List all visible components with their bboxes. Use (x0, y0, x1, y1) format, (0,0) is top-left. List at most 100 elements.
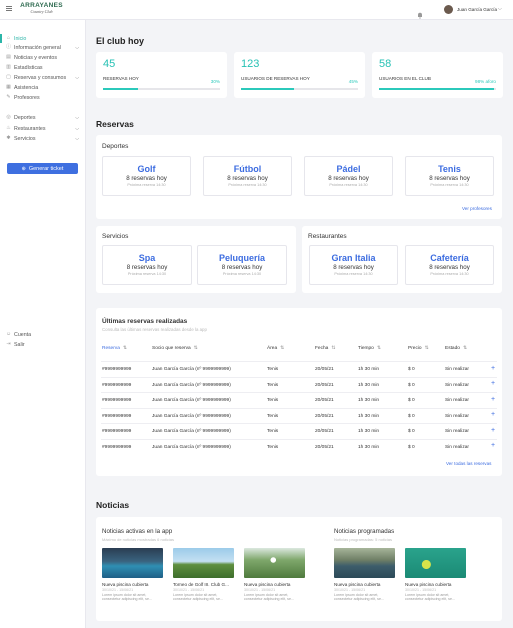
reserva-item-card[interactable]: Gran Italia 8 reservas hoy Próxima reserva… (309, 245, 398, 285)
avatar[interactable] (444, 5, 453, 14)
reserva-item-count: 8 reservas hoy (126, 264, 168, 271)
news-date: 30/10/21 - 15/06/21 (334, 588, 366, 592)
stat-label: USUARIOS DE RESERVAS HOY (241, 76, 310, 81)
stat-percent: 30% (210, 79, 220, 84)
sidebar-item-label: Estadísticas (14, 64, 43, 71)
news-image[interactable] (244, 548, 305, 578)
news-title[interactable]: Nueva piscina cubierta (244, 582, 290, 587)
column-header[interactable]: Fecha ⇅ (315, 346, 335, 351)
chevron-down-icon: ⌵ (75, 114, 79, 121)
ver-todas-reservas-link[interactable]: Ver todas las reservas (446, 461, 491, 466)
sidebar-bottom-item-1[interactable]: ⇥ Salir (0, 340, 86, 349)
column-header-label: Estado (445, 346, 460, 351)
sidebar-item-label: Deportes (14, 114, 36, 121)
reserva-item-next: Próxima reserva 14:30 (222, 272, 262, 276)
user-name[interactable]: Juan García García (457, 7, 497, 12)
table-cell: Sin realizar (445, 413, 469, 419)
column-header[interactable]: Reserva ⇅ (102, 346, 127, 351)
news-date: 30/10/21 - 15/06/21 (405, 588, 437, 592)
add-icon[interactable]: + (491, 427, 495, 434)
sidebar-item-4[interactable]: ▢ Reservas y consumos ⌵ (0, 73, 86, 82)
news-image[interactable] (173, 548, 234, 578)
sort-icon: ⇅ (331, 346, 336, 351)
brand-logo[interactable]: ARRAYANES Country Club (19, 2, 64, 18)
news-title[interactable]: Torneo de Golf III. Club G... (173, 582, 229, 587)
bell-icon[interactable] (417, 6, 423, 19)
table-cell: Tenis (267, 444, 279, 450)
add-icon[interactable]: + (491, 380, 495, 387)
stat-value: 123 (241, 58, 260, 70)
deportes-title: Deportes (102, 143, 129, 150)
user-icon: ☺ (6, 331, 12, 337)
news-excerpt: Lorem ipsum dolor sit amet, consectetur … (334, 593, 384, 602)
table-cell: 1h 30 min (358, 398, 380, 403)
sidebar-item-6[interactable]: ✎ Profesores (0, 93, 86, 102)
sidebar-item-2[interactable]: ▤ Noticias y eventos (0, 53, 86, 62)
sidebar-item-label: Información general (14, 44, 61, 51)
table-cell: Tenis (267, 413, 279, 419)
table-cell: #9999999999 (102, 429, 132, 434)
reserva-item-card[interactable]: Pádel 8 reservas hoy Próxima reserva 14:30 (304, 156, 393, 196)
add-icon[interactable]: + (491, 396, 495, 403)
sidebar-item-8[interactable]: ♨ Restaurantes ⌵ (0, 124, 86, 133)
calendar-icon: ▦ (6, 84, 11, 90)
generate-ticket-button[interactable]: ⊕ Generar ticket (7, 163, 78, 174)
reserva-item-count: 8 reservas hoy (429, 264, 470, 271)
add-icon[interactable]: + (491, 442, 495, 449)
stat-label: USUARIOS EN EL CLUB (379, 76, 431, 81)
news-date: 30/10/21 - 15/06/21 (173, 588, 205, 592)
sidebar-item-3[interactable]: ▥ Estadísticas (0, 63, 86, 72)
table-cell: $ 0 (408, 444, 415, 450)
sidebar-item-label: Asistencia (14, 84, 39, 91)
stat-progress-fill (379, 88, 494, 90)
sidebar-bottom-item-0[interactable]: ☺ Cuenta (0, 330, 86, 339)
table-cell: $ 0 (408, 429, 415, 434)
generate-ticket-label: Generar ticket (28, 165, 64, 172)
info-icon: ⓘ (6, 44, 12, 50)
sidebar-item-0[interactable]: ⌂ Inicio (0, 34, 86, 43)
column-header[interactable]: Estado ⇅ (445, 346, 467, 351)
brand-name: ARRAYANES (20, 2, 63, 9)
reserva-item-count: 8 reservas hoy (221, 264, 263, 271)
column-header[interactable]: Área ⇅ (267, 346, 284, 351)
chevron-down-icon[interactable]: ⌵ (498, 6, 502, 12)
reserva-item-name: Cafetería (430, 253, 469, 263)
ver-profesores-link[interactable]: Ver profesores (462, 206, 492, 211)
sidebar-item-1[interactable]: ⓘ Información general ⌵ (0, 43, 86, 52)
sidebar-item-label: Restaurantes (14, 125, 46, 132)
reserva-item-card[interactable]: Tenis 8 reservas hoy Próxima reserva 14:30 (405, 156, 494, 196)
reserva-item-card[interactable]: Fútbol 8 reservas hoy Próxima reserva 14:3… (203, 156, 292, 196)
sidebar-item-9[interactable]: ✱ Servicios ⌵ (0, 134, 86, 143)
table-cell: #9999999999 (102, 413, 132, 419)
column-header[interactable]: Precio ⇅ (408, 346, 429, 351)
news-image[interactable] (405, 548, 466, 578)
column-header[interactable]: Tiempo ⇅ (358, 346, 381, 351)
news-image[interactable] (334, 548, 395, 578)
table-row: #9999999999 Juan García García (nº 999999… (101, 361, 497, 377)
column-header-label: Tiempo (358, 346, 374, 351)
news-image[interactable] (102, 548, 163, 578)
column-header[interactable]: Socio que reserva ⇅ (152, 346, 198, 351)
news-title[interactable]: Nueva piscina cubierta (405, 582, 451, 587)
table-cell: 1h 30 min (358, 413, 380, 419)
reserva-item-card[interactable]: Spa 8 reservas hoy Próxima reserva 14:30 (102, 245, 192, 285)
stat-percent: 45% (348, 79, 358, 84)
reserva-item-card[interactable]: Golf 8 reservas hoy Próxima reserva 14:30 (102, 156, 191, 196)
news-title[interactable]: Nueva piscina cubierta (334, 582, 380, 587)
sidebar-item-5[interactable]: ▦ Asistencia (0, 83, 86, 92)
table-cell: Juan García García (nº 9999999999) (152, 382, 231, 388)
reserva-item-card[interactable]: Cafetería 8 reservas hoy Próxima reserva 1… (405, 245, 494, 285)
add-icon[interactable]: + (491, 411, 495, 418)
table-cell: Juan García García (nº 9999999999) (152, 413, 231, 419)
noticias-activas-title: Noticias activas en la app (102, 528, 173, 535)
reserva-item-name: Tenis (438, 164, 461, 174)
bookings-icon: ▢ (6, 74, 11, 80)
reserva-item-card[interactable]: Peluquería 8 reservas hoy Próxima reserva … (197, 245, 287, 285)
table-cell: Tenis (267, 429, 279, 434)
menu-icon[interactable] (6, 6, 12, 11)
reserva-item-count: 8 reservas hoy (328, 175, 369, 182)
logout-icon: ⇥ (6, 341, 11, 347)
add-icon[interactable]: + (491, 365, 495, 372)
sidebar-item-7[interactable]: ◎ Deportes ⌵ (0, 113, 86, 122)
news-title[interactable]: Nueva piscina cubierta (102, 582, 148, 587)
